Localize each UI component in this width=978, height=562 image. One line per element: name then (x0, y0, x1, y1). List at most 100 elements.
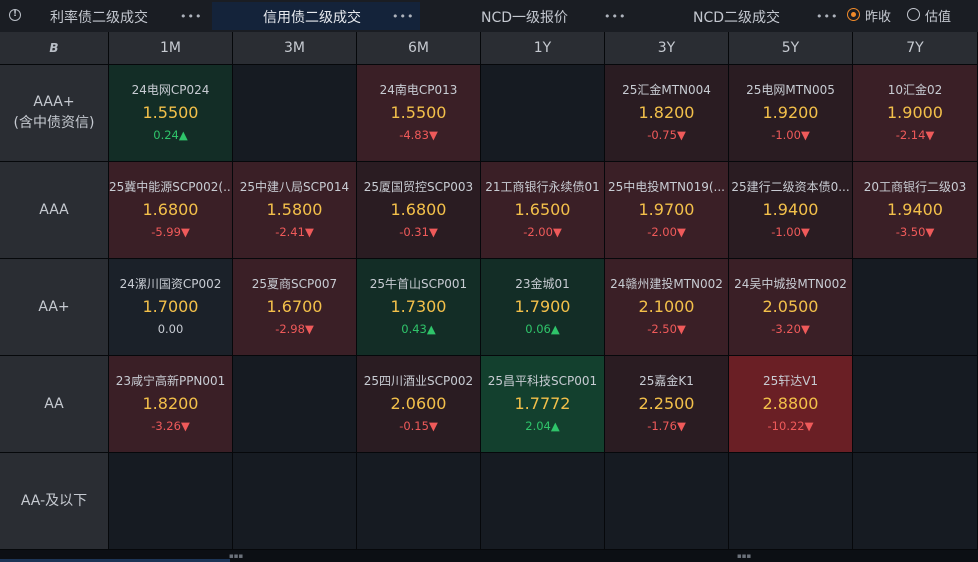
bond-cell[interactable]: 24南电CP013 1.5500 -4.83▼ (357, 65, 481, 162)
arrow-down-icon: ▼ (925, 225, 935, 239)
bond-cell[interactable]: 23咸宁高新PPN001 1.8200 -3.26▼ (109, 356, 233, 453)
bond-change-value: -0.31 (399, 225, 429, 239)
bond-cell[interactable]: 25轩达V1 2.8800 -10.22▼ (729, 356, 853, 453)
more-options-icon[interactable]: ••• (604, 10, 626, 23)
tab-ncd-secondary[interactable]: NCD二级成交 ••• (636, 2, 842, 30)
bond-rate: 1.7300 (390, 297, 447, 316)
bond-cell[interactable]: 25电网MTN005 1.9200 -1.00▼ (729, 65, 853, 162)
bond-cell[interactable]: 23金城01 1.7900 0.06▲ (481, 259, 605, 356)
bond-cell[interactable]: 25四川酒业SCP002 2.0600 -0.15▼ (357, 356, 481, 453)
bond-name: 25电网MTN005 (746, 83, 835, 97)
bond-change: -3.50▼ (853, 225, 977, 239)
empty-cell (357, 453, 481, 550)
more-options-icon[interactable]: ••• (392, 10, 414, 23)
bond-change-value: 0.00 (157, 322, 184, 336)
bond-cell[interactable]: 21工商银行永续债01 1.6500 -2.00▼ (481, 162, 605, 259)
bond-change: -4.83▼ (357, 128, 480, 142)
bond-cell[interactable]: 20工商银行二级03 1.9400 -3.50▼ (853, 162, 978, 259)
resize-grip-icon[interactable]: ▪▪▪ (229, 552, 243, 560)
bond-rate: 1.7772 (514, 394, 571, 413)
bond-name: 25中建八局SCP014 (239, 180, 350, 194)
bond-cell[interactable]: 25中电投MTN019(... 1.9700 -2.00▼ (605, 162, 729, 259)
bond-rate: 1.5500 (142, 103, 199, 122)
bond-cell[interactable]: 25昌平科技SCP001 1.7772 2.04▲ (481, 356, 605, 453)
tab-credit-bond[interactable]: 信用债二级成交 ••• (212, 2, 420, 30)
arrow-down-icon: ▼ (676, 419, 686, 433)
radio-prev-close[interactable] (847, 8, 860, 21)
bond-change: -10.22▼ (729, 419, 852, 433)
more-options-icon[interactable]: ••• (816, 10, 838, 23)
bond-cell[interactable]: 25牛首山SCP001 1.7300 0.43▲ (357, 259, 481, 356)
bond-change: -2.00▼ (605, 225, 728, 239)
tab-rate-bond[interactable]: 利率债二级成交 ••• (0, 2, 208, 30)
bond-name: 25冀中能源SCP002(... (109, 180, 232, 194)
bond-cell[interactable]: 25夏商SCP007 1.6700 -2.98▼ (233, 259, 357, 356)
arrow-down-icon: ▼ (304, 225, 314, 239)
bond-change: -1.76▼ (605, 419, 728, 433)
bond-cell[interactable]: 25嘉金K1 2.2500 -1.76▼ (605, 356, 729, 453)
bond-cell[interactable]: 25中建八局SCP014 1.5800 -2.41▼ (233, 162, 357, 259)
column-header-3m[interactable]: 3M (233, 32, 357, 65)
bond-name: 25厦国贸控SCP003 (363, 180, 474, 194)
row-header-label: AAA+ (33, 94, 75, 110)
bond-name: 25昌平科技SCP001 (487, 374, 598, 388)
bond-change: -3.20▼ (729, 322, 852, 336)
column-header-6m[interactable]: 6M (357, 32, 481, 65)
bond-cell[interactable]: 25建行二级资本债0... 1.9400 -1.00▼ (729, 162, 853, 259)
bond-rate: 1.9700 (638, 200, 695, 219)
column-header-1m[interactable]: 1M (109, 32, 233, 65)
bond-cell[interactable]: 24电网CP024 1.5500 0.24▲ (109, 65, 233, 162)
bond-change: -1.00▼ (729, 225, 852, 239)
empty-cell (853, 259, 978, 356)
empty-cell (853, 356, 978, 453)
bond-name: 23咸宁高新PPN001 (115, 374, 226, 388)
bond-rate: 1.9400 (887, 200, 943, 219)
resize-grip-icon[interactable]: ▪▪▪ (737, 552, 751, 560)
row-header-label: AA-及以下 (20, 492, 88, 509)
radio-valuation-label: 估值 (925, 10, 952, 25)
bond-change-value: 0.24 (153, 128, 179, 142)
column-header-5y[interactable]: 5Y (729, 32, 853, 65)
bond-cell[interactable]: 10汇金02 1.9000 -2.14▼ (853, 65, 978, 162)
column-header-3y[interactable]: 3Y (605, 32, 729, 65)
bond-change-value: 0.06 (525, 322, 551, 336)
bond-rate: 1.8200 (638, 103, 695, 122)
bond-name: 25中电投MTN019(... (608, 180, 725, 194)
bond-cell[interactable]: 24漯川国资CP002 1.7000 0.00 (109, 259, 233, 356)
bond-cell[interactable]: 25冀中能源SCP002(... 1.6800 -5.99▼ (109, 162, 233, 259)
bond-change-value: -0.15 (399, 419, 429, 433)
tab-ncd-primary[interactable]: NCD一级报价 ••• (424, 2, 632, 30)
bond-name: 25四川酒业SCP002 (363, 374, 474, 388)
bond-name: 10汇金02 (887, 83, 943, 97)
arrow-down-icon: ▼ (676, 128, 686, 142)
bond-change: -0.75▼ (605, 128, 728, 142)
bond-cell[interactable]: 24赣州建投MTN002 2.1000 -2.50▼ (605, 259, 729, 356)
top-tab-bar: ! 利率债二级成交 ••• 信用债二级成交 ••• NCD一级报价 ••• NC… (0, 0, 978, 33)
bond-name: 25轩达V1 (762, 374, 819, 388)
more-options-icon[interactable]: ••• (180, 10, 202, 23)
arrow-up-icon: ▲ (178, 128, 188, 142)
arrow-up-icon: ▲ (550, 419, 560, 433)
bond-rate: 2.0600 (390, 394, 447, 413)
arrow-down-icon: ▼ (552, 225, 562, 239)
bond-cell[interactable]: 24吴中城投MTN002 2.0500 -3.20▼ (729, 259, 853, 356)
row-header-rating: AA+ (0, 259, 109, 356)
bond-name: 24电网CP024 (131, 83, 210, 97)
bond-change-value: -1.00 (771, 128, 801, 142)
column-header-7y[interactable]: 7Y (853, 32, 978, 65)
column-header-1y[interactable]: 1Y (481, 32, 605, 65)
tab-label: NCD一级报价 (481, 10, 569, 26)
bond-name: 25牛首山SCP001 (369, 277, 468, 291)
arrow-down-icon: ▼ (800, 225, 810, 239)
bond-change-value: -10.22 (767, 419, 805, 433)
empty-cell (605, 453, 729, 550)
bond-change: -0.31▼ (357, 225, 480, 239)
bond-rate: 1.9000 (887, 103, 943, 122)
bond-change-value: -3.20 (771, 322, 801, 336)
radio-valuation[interactable] (907, 8, 920, 21)
bond-cell[interactable]: 25汇金MTN004 1.8200 -0.75▼ (605, 65, 729, 162)
bond-cell[interactable]: 25厦国贸控SCP003 1.6800 -0.31▼ (357, 162, 481, 259)
arrow-down-icon: ▼ (804, 419, 814, 433)
empty-cell (109, 453, 233, 550)
arrow-down-icon: ▼ (676, 225, 686, 239)
